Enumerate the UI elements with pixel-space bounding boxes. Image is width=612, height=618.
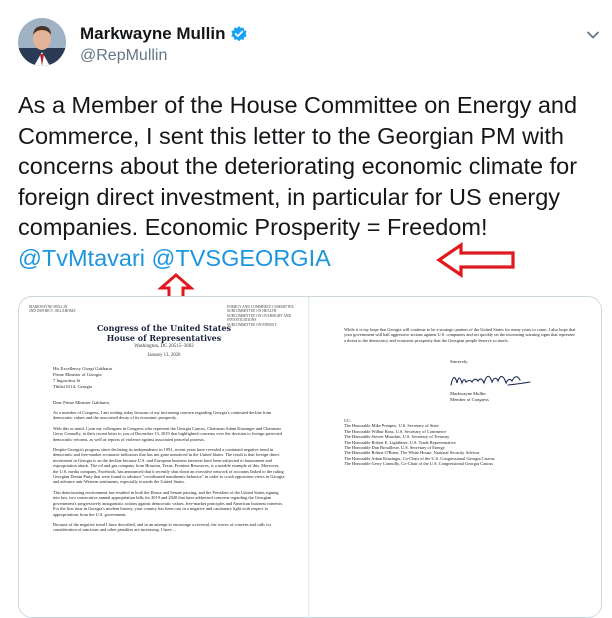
letterhead-house: House of Representatives <box>106 333 222 343</box>
letter-paragraph: Because of the negative trend I have des… <box>53 521 272 533</box>
letter-date: January 13, 2020 <box>147 353 181 358</box>
signature-title: Member of Congress <box>450 397 489 402</box>
mention-link-tvsgeorgia[interactable]: @TVSGEORGIA <box>152 245 331 271</box>
letter-paragraph: As a member of Congress, I am writing to… <box>53 410 272 421</box>
letter-salutation: Dear Prime Minister Gakharia, <box>53 400 110 405</box>
red-arrow-left-annotation <box>436 241 515 279</box>
mention-link-tvmtavari[interactable]: @TvMtavari <box>18 245 145 271</box>
letter-signature-block: Markwayne Mullin Member of Congress <box>450 391 489 403</box>
letter-cc-list: CC: The Honorable Mike Pompeo, U.S. Secr… <box>344 418 584 467</box>
letterhead-left-line: 2ND DISTRICT, OKLAHOMA <box>29 309 76 314</box>
author-name[interactable]: Markwayne Mullin <box>80 24 248 44</box>
letterhead-congress: Congress of the United States <box>96 323 232 333</box>
letter-sincerely: Sincerely, <box>450 359 469 364</box>
letter-page-2: While it is my hope that Georgia will co… <box>310 297 601 617</box>
letter-image[interactable]: MARKWAYNE MULLIN 2ND DISTRICT, OKLAHOMA … <box>18 296 602 618</box>
letter-paragraph: Despite Georgia's progress since declari… <box>53 447 285 485</box>
letter-body: As a member of Congress, I am writing to… <box>53 410 285 538</box>
letterhead-address: Washington, DC 20515–3602 <box>134 344 194 349</box>
letter-closing-paragraph: While it is my hope that Georgia will co… <box>344 327 576 343</box>
letterhead-title: Congress of the United States House of R… <box>89 323 239 343</box>
tweet-body: As a Member of the House Committee on En… <box>18 92 578 240</box>
verified-badge-icon <box>231 26 248 42</box>
author-handle[interactable]: @RepMullin <box>80 47 167 65</box>
chevron-down-icon[interactable] <box>586 28 600 42</box>
avatar[interactable] <box>18 18 66 66</box>
letter-page-1: MARKWAYNE MULLIN 2ND DISTRICT, OKLAHOMA … <box>19 297 309 617</box>
handwritten-signature <box>450 375 531 386</box>
letter-paragraph: With this in mind, I join my colleagues … <box>53 425 282 442</box>
letter-paragraph: This deteriorating environment has resul… <box>53 489 284 517</box>
cc-item: The Honorable Gerry Connolly, Co-Chair o… <box>344 461 494 467</box>
letterhead-left: MARKWAYNE MULLIN 2ND DISTRICT, OKLAHOMA <box>29 305 89 314</box>
recipient-line: Tbilisi 0114, Georgia <box>53 384 93 389</box>
letter-recipient: His Excellency Giorgi Gakharia Prime Min… <box>53 366 193 390</box>
author-name-text[interactable]: Markwayne Mullin <box>80 24 225 44</box>
letterhead-right-line: SUBCOMMITTEE ON OVERSIGHT AND INVESTIGAT… <box>227 313 292 323</box>
profile-photo <box>18 18 66 66</box>
